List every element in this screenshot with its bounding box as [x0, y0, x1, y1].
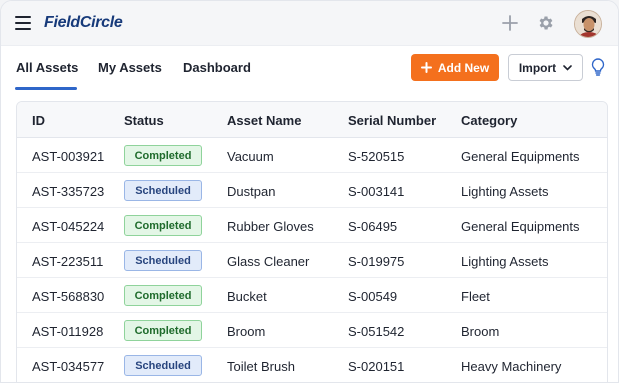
- cell-serial-number: S-019975: [348, 254, 405, 269]
- cell-serial-number: S-520515: [348, 149, 405, 164]
- cell-category: Fleet: [461, 289, 490, 304]
- tab-all-assets[interactable]: All Assets: [16, 60, 78, 75]
- status-badge: Scheduled: [124, 180, 202, 201]
- column-header-status[interactable]: Status: [124, 113, 164, 128]
- add-new-button[interactable]: Add New: [411, 54, 499, 81]
- cell-serial-number: S-06495: [348, 219, 398, 234]
- column-header-serial-number[interactable]: Serial Number: [348, 113, 436, 128]
- cell-asset-name: Rubber Gloves: [227, 219, 314, 234]
- status-badge: Completed: [124, 285, 202, 306]
- cell-serial-number: S-051542: [348, 324, 405, 339]
- app-logo[interactable]: FieldCircle: [44, 14, 123, 32]
- hamburger-icon[interactable]: [15, 16, 31, 30]
- cell-category: Lighting Assets: [461, 184, 549, 199]
- column-header-category[interactable]: Category: [461, 113, 517, 128]
- status-badge: Scheduled: [124, 250, 202, 271]
- cell-category: Lighting Assets: [461, 254, 549, 269]
- user-avatar[interactable]: [574, 10, 602, 38]
- cell-id: AST-045224: [32, 219, 105, 234]
- top-bar: FieldCircle: [1, 1, 618, 46]
- tab-dashboard[interactable]: Dashboard: [183, 60, 251, 75]
- table-row[interactable]: AST-045224 Completed Rubber Gloves S-06495 G…: [17, 208, 607, 243]
- table-row[interactable]: AST-568830 Completed Bucket S-00549 Fleet: [17, 278, 607, 313]
- table-row[interactable]: AST-011928 Completed Broom S-051542 Broom: [17, 313, 607, 348]
- add-new-label: Add New: [437, 60, 490, 75]
- table-row[interactable]: AST-335723 Scheduled Dustpan S-003141 Lighti…: [17, 173, 607, 208]
- table-header: ID Status Asset Name Serial Number Categ…: [17, 102, 607, 138]
- cell-id: AST-223511: [32, 254, 104, 269]
- cell-asset-name: Broom: [227, 324, 266, 339]
- column-header-id[interactable]: ID: [32, 113, 45, 128]
- cell-asset-name: Glass Cleaner: [227, 254, 310, 269]
- cell-asset-name: Bucket: [227, 289, 267, 304]
- table-row[interactable]: AST-034577 Scheduled Toilet Brush S-020151 H…: [17, 348, 607, 382]
- gear-icon[interactable]: [537, 14, 555, 32]
- cell-asset-name: Vacuum: [227, 149, 274, 164]
- cell-serial-number: S-003141: [348, 184, 405, 199]
- cell-category: General Equipments: [461, 149, 580, 164]
- status-badge: Completed: [124, 320, 202, 341]
- cell-category: Broom: [461, 324, 500, 339]
- cell-id: AST-335723: [32, 184, 105, 199]
- assets-table: ID Status Asset Name Serial Number Categ…: [16, 101, 608, 382]
- cell-serial-number: S-020151: [348, 359, 405, 374]
- status-badge: Completed: [124, 145, 202, 166]
- avatar-image: [575, 11, 601, 37]
- cell-id: AST-003921: [32, 149, 105, 164]
- cell-serial-number: S-00549: [348, 289, 398, 304]
- column-header-asset-name[interactable]: Asset Name: [227, 113, 301, 128]
- import-button[interactable]: Import: [508, 54, 583, 81]
- app-window: FieldCircle All Assets My Assets Dashboa…: [0, 0, 619, 383]
- lightbulb-icon[interactable]: [589, 57, 607, 77]
- cell-id: AST-011928: [32, 324, 104, 339]
- chevron-down-icon: [563, 64, 572, 71]
- table-row[interactable]: AST-223511 Scheduled Glass Cleaner S-019975…: [17, 243, 607, 278]
- cell-id: AST-568830: [32, 289, 105, 304]
- status-badge: Scheduled: [124, 355, 202, 376]
- cell-asset-name: Toilet Brush: [227, 359, 295, 374]
- status-badge: Completed: [124, 215, 202, 236]
- cell-asset-name: Dustpan: [227, 184, 276, 199]
- plus-icon: [420, 62, 432, 73]
- table-row[interactable]: AST-003921 Completed Vacuum S-520515 General…: [17, 138, 607, 173]
- tab-my-assets[interactable]: My Assets: [98, 60, 162, 75]
- cell-category: General Equipments: [461, 219, 580, 234]
- nav-row: All Assets My Assets Dashboard Add New I…: [1, 46, 618, 90]
- cell-id: AST-034577: [32, 359, 105, 374]
- cell-category: Heavy Machinery: [461, 359, 562, 374]
- plus-icon[interactable]: [501, 14, 519, 32]
- import-label: Import: [518, 60, 557, 75]
- active-tab-indicator: [15, 87, 77, 90]
